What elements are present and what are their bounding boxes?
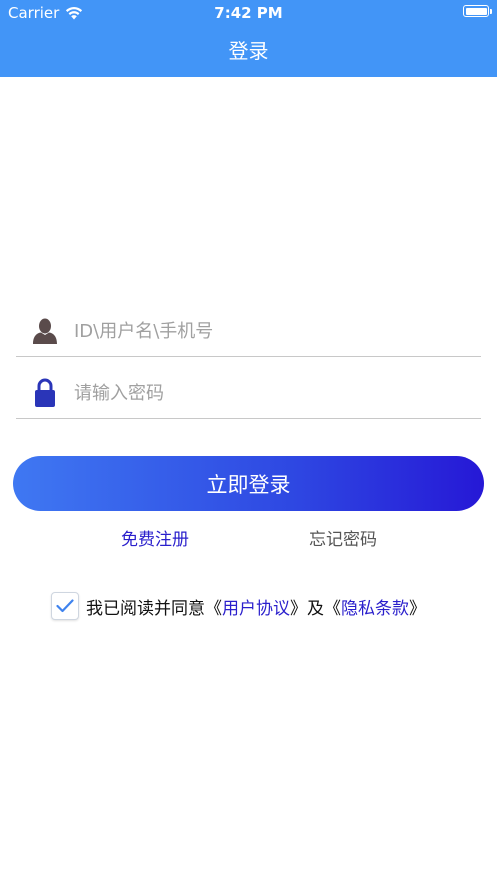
user-icon (32, 316, 58, 346)
status-bar-time: 7:42 PM (214, 4, 283, 22)
navigation-bar: Carrier 7:42 PM 登录 (0, 0, 497, 77)
agreement-row: 我已阅读并同意《用户协议》及《隐私条款》 (51, 590, 426, 622)
agreement-quote-middle: 》及《 (290, 598, 341, 619)
forgot-password-link[interactable]: 忘记密码 (278, 528, 408, 552)
privacy-policy-link[interactable]: 隐私条款 (341, 599, 409, 619)
battery-icon (463, 5, 489, 17)
register-link[interactable]: 免费注册 (90, 528, 220, 552)
username-input[interactable] (74, 320, 454, 342)
battery-cap (490, 9, 492, 14)
battery-level (465, 7, 487, 15)
username-field[interactable] (16, 306, 481, 357)
login-screen: Carrier 7:42 PM 登录 ID\用户名\手机号 立即登录 免费注册 … (0, 0, 497, 883)
page-title: 登录 (228, 39, 269, 63)
user-agreement-link[interactable]: 用户协议 (222, 599, 290, 619)
password-input[interactable] (74, 382, 454, 404)
check-icon (56, 599, 74, 613)
agreement-quote-close: 》 (409, 598, 426, 619)
agreement-checkbox[interactable] (51, 592, 79, 620)
login-button[interactable]: 立即登录 (13, 456, 484, 511)
agreement-text: 我已阅读并同意《用户协议》及《隐私条款》 (86, 594, 426, 619)
password-field[interactable] (16, 368, 481, 419)
lock-icon (32, 378, 58, 408)
agreement-prefix: 我已阅读并同意 (86, 598, 205, 619)
agreement-quote-open: 《 (205, 598, 222, 619)
